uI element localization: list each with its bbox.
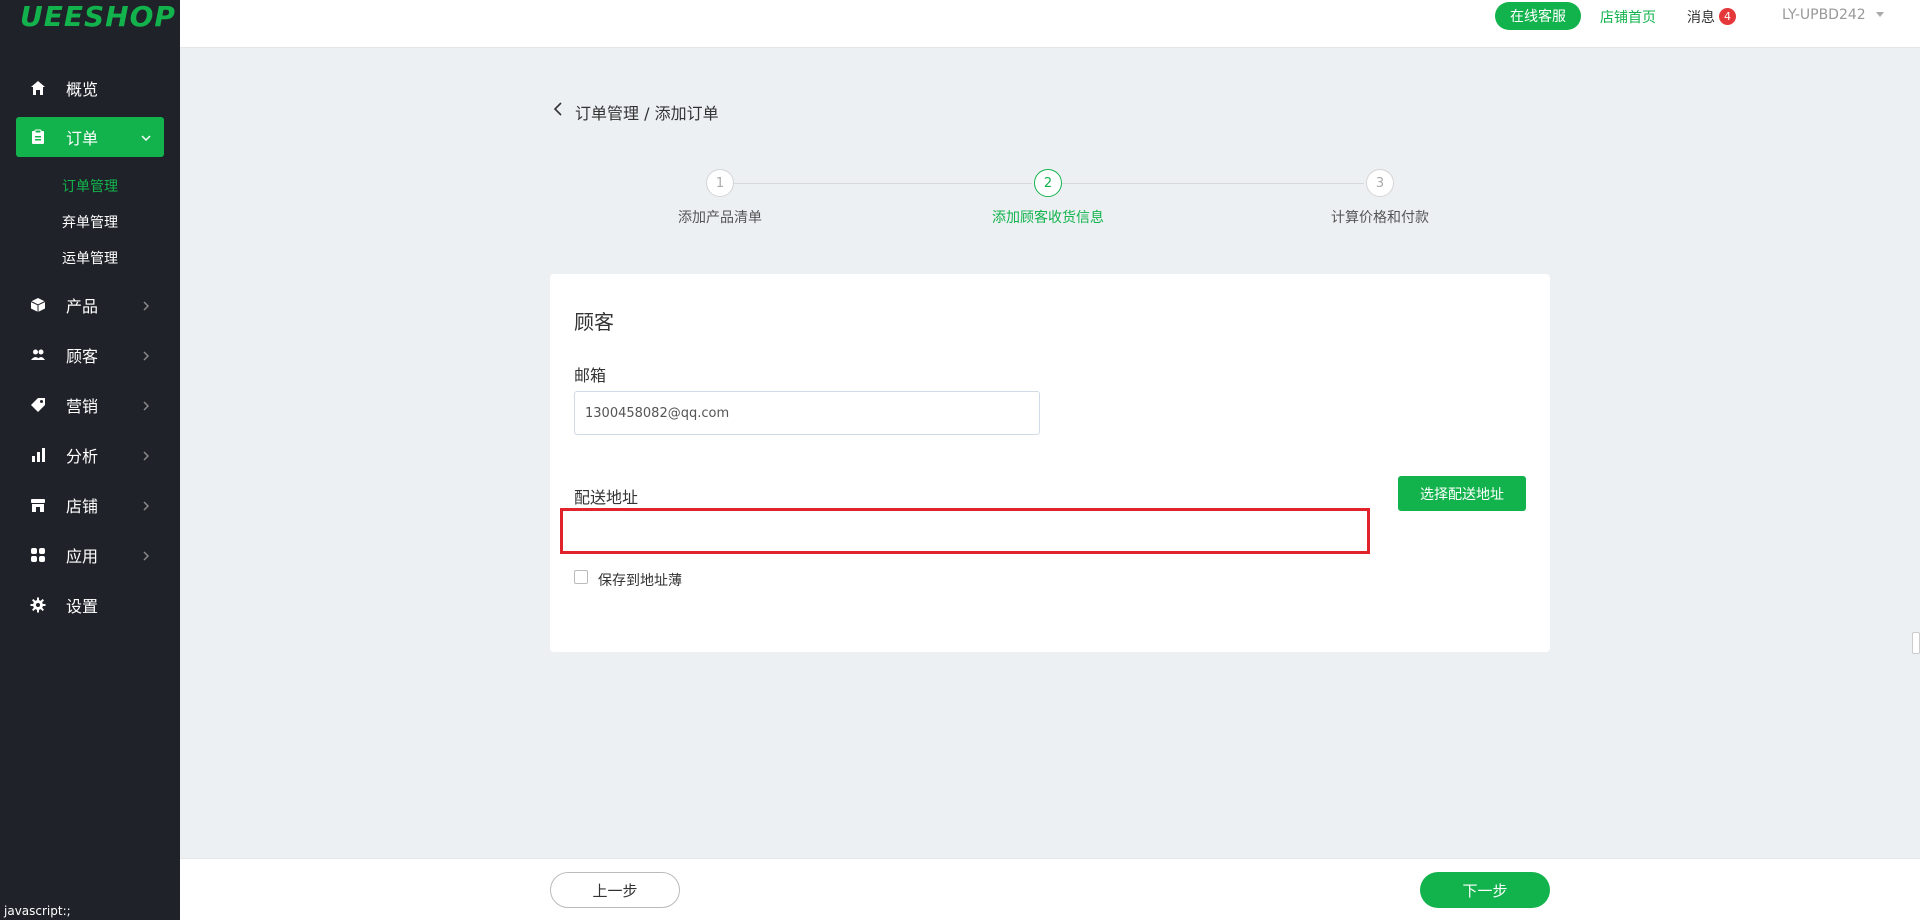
card-title: 顾客 — [574, 310, 614, 334]
top-header: 在线客服 店铺首页 消息 4 LY-UPBD242 — [180, 0, 1920, 48]
sidebar-item-marketing[interactable]: 营销 — [16, 385, 164, 425]
breadcrumb: 订单管理 / 添加订单 — [575, 104, 719, 123]
shipping-address-highlight[interactable] — [560, 508, 1370, 554]
sidebar-item-customers[interactable]: 顾客 — [16, 335, 164, 375]
chevron-down-icon — [140, 129, 152, 148]
sidebar-item-overview[interactable]: 概览 — [16, 68, 164, 108]
step-3-circle: 3 — [1366, 169, 1394, 197]
sidebar: UEESHOP 概览 订单 订单管理 弃单管理 运单管理 产品 顾客 营销 分析… — [0, 0, 180, 920]
step-1-label: 添加产品清单 — [678, 210, 762, 226]
chevron-right-icon — [140, 547, 152, 566]
users-icon — [28, 345, 48, 365]
messages-link[interactable]: 消息 — [1687, 7, 1715, 27]
chevron-right-icon — [140, 397, 152, 416]
step-3-label: 计算价格和付款 — [1331, 210, 1429, 226]
sidebar-item-settings[interactable]: 设置 — [16, 585, 164, 625]
side-scroll-handle[interactable] — [1912, 632, 1920, 654]
chevron-right-icon — [140, 447, 152, 466]
step-connector — [1062, 183, 1364, 184]
logo[interactable]: UEESHOP — [20, 0, 176, 33]
sidebar-item-orders[interactable]: 订单 — [16, 117, 164, 157]
email-field[interactable] — [574, 391, 1040, 435]
chevron-right-icon — [140, 297, 152, 316]
sidebar-item-label: 营销 — [66, 397, 99, 416]
step-1-circle: 1 — [706, 169, 734, 197]
apps-icon — [28, 545, 48, 565]
previous-step-button[interactable]: 上一步 — [550, 872, 680, 908]
chevron-right-icon — [140, 347, 152, 366]
sidebar-sub-shipments[interactable]: 运单管理 — [62, 248, 118, 268]
sidebar-item-label: 设置 — [66, 597, 99, 616]
step-2-label: 添加顾客收货信息 — [992, 210, 1104, 226]
user-menu[interactable]: LY-UPBD242 — [1782, 7, 1866, 23]
email-label: 邮箱 — [574, 366, 607, 385]
bar-chart-icon — [28, 445, 48, 465]
next-step-button[interactable]: 下一步 — [1420, 872, 1550, 908]
message-count-badge: 4 — [1719, 8, 1736, 25]
caret-down-icon[interactable] — [1876, 12, 1884, 17]
sidebar-sub-abandoned-orders[interactable]: 弃单管理 — [62, 212, 118, 232]
sidebar-item-label: 店铺 — [66, 497, 99, 516]
step-2-circle: 2 — [1034, 169, 1062, 197]
box-icon — [28, 295, 48, 315]
online-service-button[interactable]: 在线客服 — [1495, 2, 1581, 30]
clipboard-icon — [28, 127, 48, 147]
sidebar-sub-order-management[interactable]: 订单管理 — [62, 176, 118, 196]
sidebar-item-label: 概览 — [66, 80, 99, 99]
chevron-right-icon — [140, 497, 152, 516]
sidebar-item-label: 产品 — [66, 297, 99, 316]
sidebar-item-label: 订单 — [66, 129, 99, 148]
customer-card: 顾客 邮箱 配送地址 选择配送地址 保存到地址薄 — [550, 274, 1550, 652]
save-to-address-book-label[interactable]: 保存到地址薄 — [598, 570, 682, 590]
select-address-button[interactable]: 选择配送地址 — [1398, 476, 1526, 511]
store-home-link[interactable]: 店铺首页 — [1600, 7, 1656, 27]
gear-icon — [28, 595, 48, 615]
sidebar-item-analytics[interactable]: 分析 — [16, 435, 164, 475]
sidebar-item-store[interactable]: 店铺 — [16, 485, 164, 525]
shipping-address-label: 配送地址 — [574, 488, 639, 507]
tag-icon — [28, 395, 48, 415]
back-arrow-icon[interactable] — [552, 101, 566, 121]
sidebar-item-label: 顾客 — [66, 347, 99, 366]
status-bar-text: javascript:; — [4, 904, 71, 918]
sidebar-item-label: 分析 — [66, 447, 99, 466]
sidebar-item-apps[interactable]: 应用 — [16, 535, 164, 575]
home-icon — [28, 78, 48, 98]
footer-bar: 上一步 下一步 — [180, 858, 1920, 920]
save-to-address-book-checkbox[interactable] — [574, 570, 588, 584]
sidebar-item-label: 应用 — [66, 547, 99, 566]
store-icon — [28, 495, 48, 515]
step-connector — [734, 183, 1032, 184]
sidebar-item-products[interactable]: 产品 — [16, 285, 164, 325]
